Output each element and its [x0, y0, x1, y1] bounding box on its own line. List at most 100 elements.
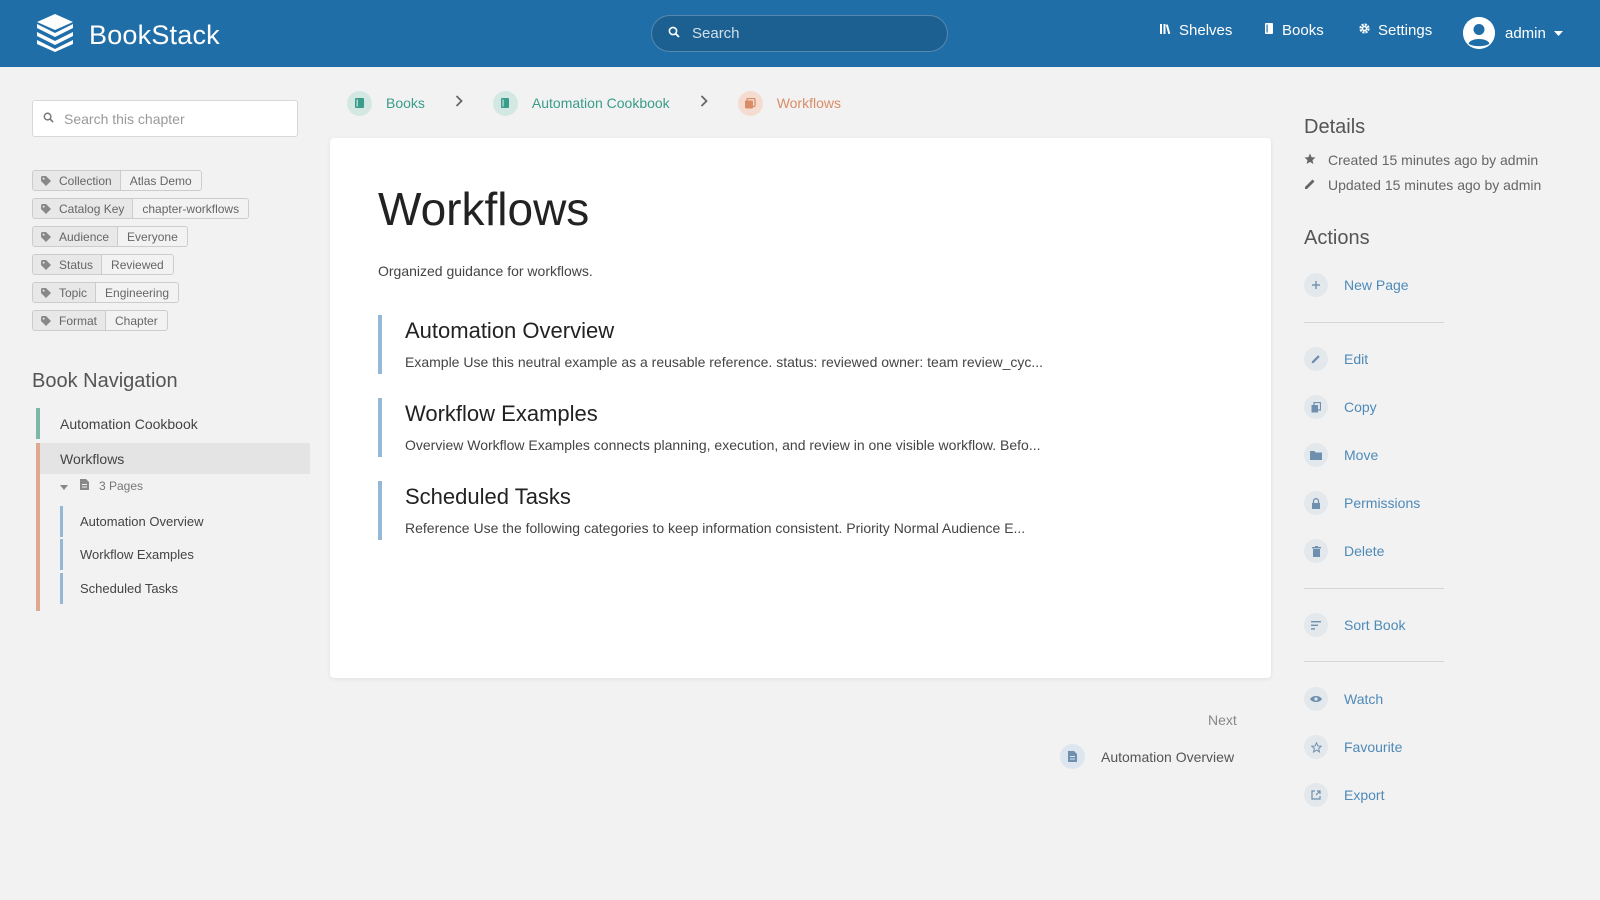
divider [1304, 322, 1444, 323]
app-name: BookStack [89, 20, 220, 50]
caret-down-icon [60, 479, 68, 493]
page-entry-title: Scheduled Tasks [405, 484, 571, 509]
pages-toggle[interactable]: 3 Pages [60, 479, 143, 493]
delete-label: Delete [1344, 543, 1385, 559]
star-outline-icon [1304, 735, 1328, 759]
nav-shelves[interactable]: Shelves [1159, 22, 1232, 39]
page-icon [80, 479, 89, 493]
move-button[interactable]: Move [1304, 443, 1378, 467]
divider [1304, 588, 1444, 589]
tag-icon [41, 315, 51, 326]
actions-heading: Actions [1304, 227, 1370, 249]
tag-name: Audience [59, 229, 110, 244]
export-icon [1304, 783, 1328, 807]
book-icon [492, 90, 518, 116]
chevron-right-icon [700, 94, 708, 112]
global-search-input[interactable] [692, 25, 932, 42]
page-entry[interactable]: Workflow Examples Overview Workflow Exam… [378, 398, 1238, 457]
tag-value: chapter-workflows [132, 199, 249, 218]
book-icon [1263, 22, 1282, 39]
breadcrumb-book[interactable]: Automation Cookbook [492, 90, 670, 116]
breadcrumb-book-label: Automation Cookbook [531, 95, 670, 111]
user-menu[interactable]: admin [1463, 17, 1563, 49]
tag-value: Chapter [105, 311, 167, 330]
book-nav-chapter: Workflows 3 Pages Automation Overview Wo… [36, 443, 310, 611]
next-page-title: Automation Overview [1101, 748, 1235, 765]
gear-icon [1358, 22, 1378, 39]
page-entry[interactable]: Scheduled Tasks Reference Use the follow… [378, 481, 1238, 540]
tag-name: Collection [59, 173, 112, 188]
favourite-label: Favourite [1344, 739, 1403, 755]
lock-icon [1304, 491, 1328, 515]
tag-name: Status [59, 257, 94, 272]
book-nav-page-link[interactable]: Automation Overview [60, 506, 300, 537]
tag-value: Atlas Demo [119, 171, 201, 190]
search-icon [668, 25, 680, 43]
nav-settings[interactable]: Settings [1358, 22, 1432, 39]
nav-settings-label: Settings [1378, 22, 1433, 39]
sort-book-label: Sort Book [1344, 617, 1406, 633]
book-nav-page-link[interactable]: Workflow Examples [60, 539, 300, 570]
tag[interactable]: Audience Everyone [32, 226, 188, 247]
created-text: Created 15 minutes ago by admin [1328, 152, 1539, 168]
nav-shelves-label: Shelves [1179, 22, 1233, 39]
sort-book-button[interactable]: Sort Book [1304, 613, 1405, 637]
breadcrumb-books[interactable]: Books [347, 90, 425, 116]
page-entry-title: Workflow Examples [405, 401, 598, 426]
tag[interactable]: Topic Engineering [32, 282, 180, 303]
nav-books-label: Books [1282, 22, 1324, 39]
next-page-link[interactable]: Automation Overview [1060, 744, 1234, 769]
eye-icon [1304, 687, 1328, 711]
book-navigation-heading: Book Navigation [32, 370, 178, 392]
book-nav-page-link[interactable]: Scheduled Tasks [60, 573, 300, 604]
trash-icon [1304, 539, 1328, 563]
tag-name: Topic [59, 285, 88, 300]
pencil-icon [1304, 177, 1328, 193]
page-title: Workflows [378, 183, 590, 235]
breadcrumb-chapter-label: Workflows [776, 95, 841, 111]
favourite-button[interactable]: Favourite [1304, 735, 1402, 759]
caret-down-icon [1553, 24, 1563, 42]
pencil-icon [1304, 347, 1328, 371]
permissions-label: Permissions [1344, 495, 1421, 511]
updated-text: Updated 15 minutes ago by admin [1328, 177, 1542, 193]
page-entry[interactable]: Automation Overview Example Use this neu… [378, 315, 1238, 374]
tag-name: Catalog Key [59, 201, 125, 216]
nav-books[interactable]: Books [1263, 22, 1324, 39]
page-icon [1060, 744, 1085, 769]
copy-button[interactable]: Copy [1304, 395, 1377, 419]
breadcrumb-chapter[interactable]: Workflows [737, 90, 841, 116]
page-entry-title: Automation Overview [405, 318, 615, 343]
bookstack-logo-icon [33, 14, 77, 57]
books-icon [347, 90, 372, 116]
avatar [1463, 17, 1495, 49]
edit-button[interactable]: Edit [1304, 347, 1368, 371]
global-search[interactable] [651, 15, 948, 52]
tag[interactable]: Collection Atlas Demo [32, 170, 202, 191]
tag-value: Reviewed [101, 255, 173, 274]
tag-name: Format [59, 313, 98, 328]
book-nav-chapter-link[interactable]: Workflows [40, 443, 310, 474]
copy-label: Copy [1344, 399, 1377, 415]
new-page-button[interactable]: New Page [1304, 273, 1409, 297]
watch-button[interactable]: Watch [1304, 687, 1383, 711]
star-icon [1304, 152, 1328, 168]
page-entry-excerpt: Overview Workflow Examples connects plan… [405, 437, 1041, 453]
breadcrumb-books-label: Books [386, 95, 425, 111]
chevron-right-icon [455, 94, 463, 112]
tag[interactable]: Format Chapter [32, 310, 168, 331]
chapter-icon [737, 90, 763, 116]
user-name: admin [1505, 24, 1546, 42]
permissions-button[interactable]: Permissions [1304, 491, 1420, 515]
tag-icon [41, 175, 51, 186]
chapter-search[interactable] [32, 100, 298, 137]
export-button[interactable]: Export [1304, 783, 1384, 807]
page-entry-excerpt: Example Use this neutral example as a re… [405, 354, 1044, 370]
book-nav-book-link[interactable]: Automation Cookbook [36, 408, 310, 439]
delete-button[interactable]: Delete [1304, 539, 1384, 563]
chapter-search-input[interactable] [64, 110, 284, 127]
tag[interactable]: Catalog Key chapter-workflows [32, 198, 250, 219]
app-logo-link[interactable]: BookStack [33, 14, 220, 57]
tag[interactable]: Status Reviewed [32, 254, 174, 275]
tag-icon [41, 231, 51, 242]
